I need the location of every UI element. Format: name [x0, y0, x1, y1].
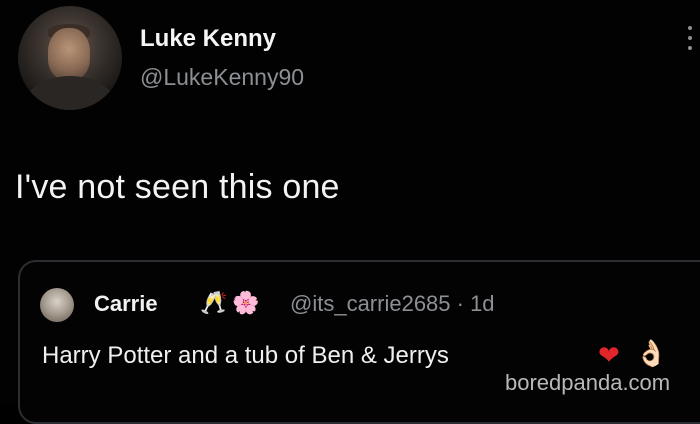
tweet-text: I've not seen this one [15, 168, 340, 206]
more-dot [688, 26, 692, 30]
author-avatar[interactable] [18, 6, 122, 110]
flower-emoji-icon: 🌸 [232, 290, 260, 315]
ok-hand-emoji-icon: 👌🏻 [635, 338, 668, 368]
author-display-name[interactable]: Luke Kenny [140, 25, 276, 53]
quoted-tweet-text: Harry Potter and a tub of Ben & Jerrys [42, 342, 449, 369]
quoted-author-avatar[interactable] [40, 288, 74, 322]
quoted-tweet-card[interactable]: Carrie 🥂 🌸 @its_carrie2685 · 1d Harry Po… [18, 260, 700, 424]
author-handle[interactable]: @LukeKenny90 [140, 64, 304, 91]
watermark: boredpanda.com [505, 370, 671, 395]
heart-emoji-icon: ❤ [598, 340, 620, 370]
more-dot [688, 46, 692, 50]
more-dot [688, 36, 692, 40]
avatar-face [48, 28, 90, 80]
avatar-shoulders [24, 76, 116, 110]
quoted-author-handle-time[interactable]: @its_carrie2685 · 1d [290, 291, 495, 317]
quoted-author-display-name[interactable]: Carrie [94, 291, 158, 317]
champagne-emoji-icon: 🥂 [200, 290, 228, 315]
tweet-card: Luke Kenny @LukeKenny90 I've not seen th… [0, 0, 700, 424]
more-options-icon[interactable] [686, 26, 694, 56]
